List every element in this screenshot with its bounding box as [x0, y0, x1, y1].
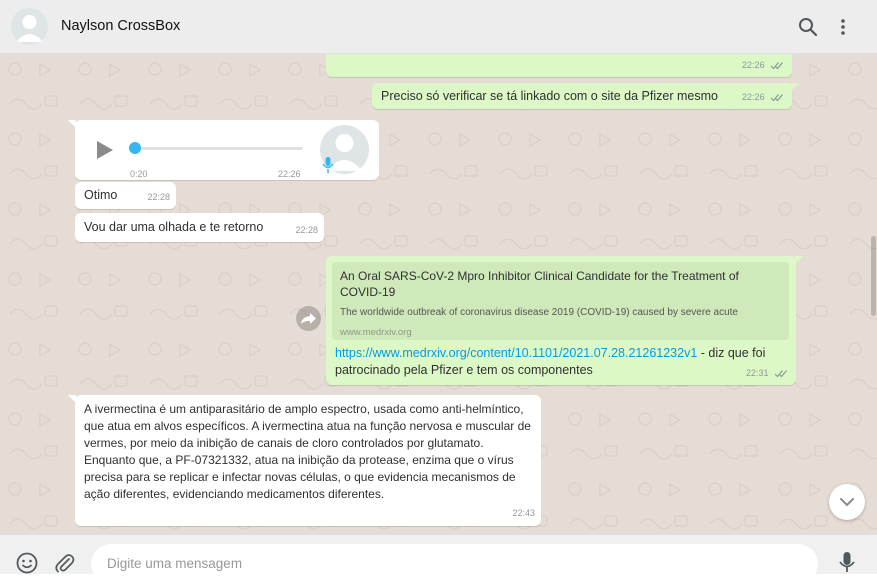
- microphone-icon: [322, 157, 334, 173]
- mic-icon[interactable]: [836, 550, 858, 574]
- emoji-icon[interactable]: [15, 551, 39, 575]
- message-text: Preciso só verificar se tá linkado com o…: [381, 89, 718, 103]
- message-time: 22:43: [512, 508, 535, 518]
- message-time: 22:31: [745, 368, 769, 378]
- outgoing-message[interactable]: An Oral SARS-CoV-2 Mpro Inhibitor Clinic…: [326, 256, 803, 385]
- message-time: 22:26: [741, 92, 765, 102]
- message-time: 22:28: [147, 192, 170, 202]
- default-avatar-icon: [16, 15, 43, 42]
- contact-name[interactable]: Naylson CrossBox: [61, 18, 180, 34]
- incoming-message[interactable]: A ivermectina é um antiparasitário de am…: [68, 395, 541, 526]
- attach-icon[interactable]: [52, 551, 76, 575]
- forward-button[interactable]: [296, 306, 321, 331]
- voice-progress-handle[interactable]: [129, 142, 141, 154]
- link-preview-title: An Oral SARS-CoV-2 Mpro Inhibitor Clinic…: [340, 269, 739, 299]
- voice-message[interactable]: 0:20 22:26: [68, 120, 379, 180]
- menu-icon[interactable]: [831, 15, 855, 39]
- chevron-down-icon: [840, 498, 854, 507]
- link-preview[interactable]: An Oral SARS-CoV-2 Mpro Inhibitor Clinic…: [332, 262, 789, 340]
- message-input-placeholder: Digite uma mensagem: [107, 556, 243, 571]
- voice-progress-track[interactable]: [133, 147, 303, 150]
- message-text: A ivermectina é um antiparasitário de am…: [84, 402, 531, 501]
- message-link[interactable]: https://www.medrxiv.org/content/10.1101/…: [335, 346, 697, 360]
- link-preview-domain: www.medrxiv.org: [340, 327, 412, 338]
- incoming-message[interactable]: Otimo 22:28: [75, 182, 176, 209]
- composer: Digite uma mensagem: [0, 535, 877, 584]
- message-text: Otimo: [84, 188, 118, 202]
- incoming-message[interactable]: Vou dar uma olhada e te retorno 22:28: [75, 213, 324, 242]
- contact-avatar[interactable]: [11, 8, 48, 45]
- message-time: 22:28: [295, 225, 318, 235]
- message-time: 22:26: [278, 169, 301, 179]
- message-list[interactable]: 22:26 Preciso só verificar se tá linkado…: [0, 54, 877, 535]
- play-icon[interactable]: [94, 139, 116, 161]
- scroll-down-button[interactable]: [829, 484, 865, 520]
- message-text: https://www.medrxiv.org/content/10.1101/…: [335, 345, 790, 379]
- double-check-icon: [770, 94, 783, 102]
- scrollbar[interactable]: [871, 236, 876, 316]
- outgoing-message[interactable]: Preciso só verificar se tá linkado com o…: [372, 83, 799, 109]
- double-check-icon: [774, 370, 787, 378]
- forward-icon: [301, 313, 316, 324]
- search-icon[interactable]: [796, 15, 820, 39]
- voice-duration: 0:20: [130, 169, 148, 179]
- message-input[interactable]: Digite uma mensagem: [91, 544, 818, 584]
- outgoing-message[interactable]: 22:26: [326, 54, 792, 77]
- double-check-icon: [770, 62, 783, 70]
- message-text: Vou dar uma olhada e te retorno: [84, 220, 264, 234]
- message-time: 22:26: [741, 60, 765, 70]
- chat-header: Naylson CrossBox: [0, 0, 877, 54]
- link-preview-description: The worldwide outbreak of coronavirus di…: [340, 307, 738, 318]
